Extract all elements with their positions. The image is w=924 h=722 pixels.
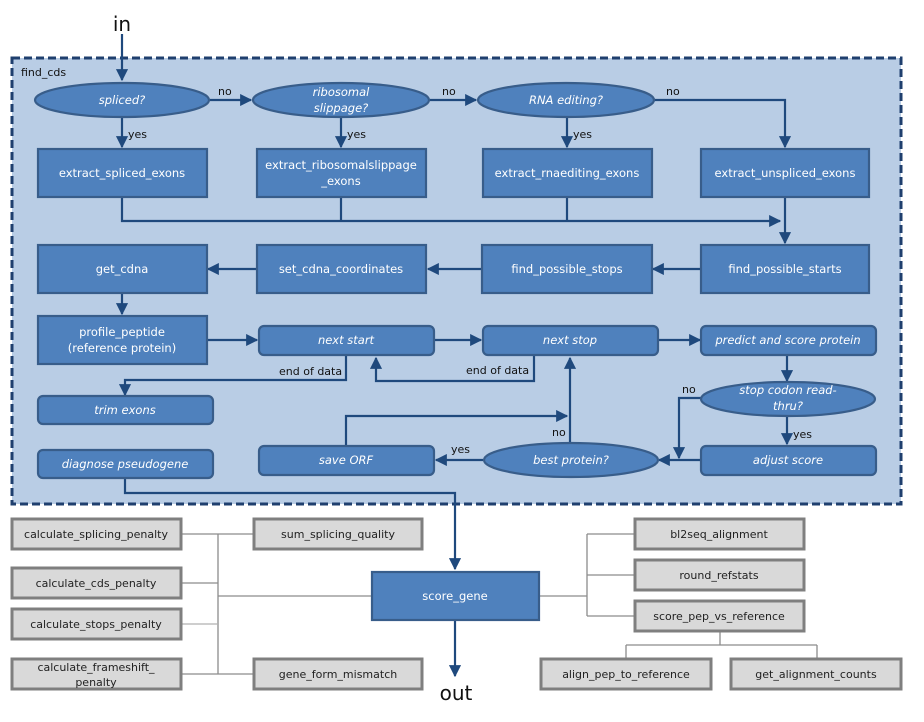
helper-gene-form-label: gene_form_mismatch: [279, 668, 397, 681]
helper-sum-splicing-quality: sum_splicing_quality: [252, 517, 424, 551]
decision-best-protein: best protein?: [482, 441, 660, 479]
input-label: in: [113, 12, 131, 36]
step-diagnose-label: diagnose pseudogene: [62, 457, 189, 471]
process-extract-ribo-label-line2: _exons: [320, 174, 360, 188]
decision-spliced-label: spliced?: [99, 93, 145, 107]
edge-label-ribosomal-no: no: [442, 85, 456, 98]
step-next-start-label: next start: [318, 333, 375, 347]
helper-get-alignment-counts: get_alignment_counts: [729, 657, 903, 691]
find-cds-frame-label: find_cds: [21, 66, 66, 79]
step-trim-exons-label: trim exons: [94, 403, 156, 417]
helper-splicing-penalty-label: calculate_splicing_penalty: [24, 528, 168, 541]
step-save-orf: save ORF: [257, 444, 436, 477]
helper-frameshift-label-line1: calculate_frameshift_: [37, 661, 155, 674]
step-save-orf-label: save ORF: [319, 453, 374, 467]
decision-best-protein-label: best protein?: [533, 453, 609, 467]
process-extract-rnaediting-label: extract_rnaediting_exons: [495, 166, 640, 180]
helper-score-pep-vs-reference: score_pep_vs_reference: [633, 599, 806, 633]
process-score-gene-label: score_gene: [422, 589, 487, 603]
process-extract-unspliced-exons: extract_unspliced_exons: [699, 147, 871, 199]
edge-label-best-no: no: [552, 426, 566, 439]
decision-rna-editing-label: RNA editing?: [529, 93, 603, 107]
decision-ribosomal-label-line2: slippage?: [314, 101, 369, 115]
helper-calculate-cds-penalty: calculate_cds_penalty: [10, 566, 183, 600]
edge-label-spliced-no: no: [218, 85, 232, 98]
helper-bl2seq-alignment: bl2seq_alignment: [633, 517, 806, 551]
process-profile-label-line2: (reference protein): [68, 341, 176, 355]
process-find-stops-label: find_possible_stops: [511, 262, 622, 276]
process-profile-label-line1: profile_peptide: [79, 325, 165, 339]
helper-cds-penalty-label: calculate_cds_penalty: [36, 577, 157, 590]
edge-label-rna-yes: yes: [573, 128, 592, 141]
step-adjust-score-label: adjust score: [753, 453, 823, 467]
process-extract-spliced-exons-label: extract_spliced_exons: [59, 166, 185, 180]
process-extract-unspliced-label: extract_unspliced_exons: [715, 166, 856, 180]
helper-sum-splicing-label: sum_splicing_quality: [281, 528, 395, 541]
helper-frameshift-label-line2: penalty: [75, 676, 117, 689]
step-adjust-score: adjust score: [699, 444, 878, 477]
helper-alignment-counts-label: get_alignment_counts: [755, 668, 877, 681]
decision-readthru-label-line1: stop codon read-: [739, 383, 836, 397]
helper-gene-form-mismatch: gene_form_mismatch: [252, 657, 424, 691]
helper-round-refstats: round_refstats: [633, 558, 806, 592]
decision-ribosomal-slippage: ribosomal slippage?: [251, 81, 431, 119]
edge-label-nextstart-end-of-data: end of data: [279, 365, 342, 378]
decision-ribosomal-label-line1: ribosomal: [313, 85, 371, 99]
helper-calculate-splicing-penalty: calculate_splicing_penalty: [10, 517, 183, 551]
process-get-cdna-label: get_cdna: [96, 262, 149, 276]
decision-readthru-label-line2: thru?: [773, 399, 803, 413]
edge-label-readthru-no: no: [682, 383, 696, 396]
process-extract-spliced-exons: extract_spliced_exons: [36, 147, 209, 199]
edge-label-spliced-yes: yes: [128, 128, 147, 141]
process-extract-ribo-label-line1: extract_ribosomalslippage: [265, 158, 417, 172]
step-predict-label: predict and score protein: [714, 333, 860, 347]
helper-calculate-stops-penalty: calculate_stops_penalty: [10, 607, 183, 641]
decision-rna-editing: RNA editing?: [476, 81, 656, 119]
process-score-gene: score_gene: [370, 570, 541, 622]
process-find-starts-label: find_possible_starts: [728, 262, 841, 276]
helper-align-pep-label: align_pep_to_reference: [562, 668, 690, 681]
step-next-start: next start: [257, 324, 436, 357]
helper-round-refstats-label: round_refstats: [679, 569, 758, 582]
process-get-cdna: get_cdna: [36, 243, 209, 295]
process-find-possible-stops: find_possible_stops: [480, 243, 654, 295]
helper-align-pep-to-reference: align_pep_to_reference: [539, 657, 713, 691]
helper-bl2seq-label: bl2seq_alignment: [670, 528, 768, 541]
edge-label-nextstop-end-of-data: end of data: [466, 364, 529, 377]
process-profile-peptide: profile_peptide (reference protein): [36, 314, 209, 366]
decision-spliced: spliced?: [33, 81, 211, 119]
helper-score-pep-label: score_pep_vs_reference: [653, 610, 785, 623]
helper-calculate-frameshift-penalty: calculate_frameshift_ penalty: [10, 657, 183, 691]
flowchart-canvas: in out find_cds spliced? ribosomal slipp…: [10, 12, 903, 705]
step-diagnose-pseudogene: diagnose pseudogene: [36, 448, 215, 480]
edge-label-rna-no: no: [666, 85, 680, 98]
step-next-stop-label: next stop: [543, 333, 597, 347]
step-trim-exons: trim exons: [36, 394, 215, 426]
step-predict-and-score-protein: predict and score protein: [699, 324, 878, 357]
process-find-possible-starts: find_possible_starts: [699, 243, 871, 295]
edge-label-readthru-yes: yes: [793, 428, 812, 441]
decision-stop-codon-readthru: stop codon read- thru?: [699, 380, 877, 418]
output-label: out: [440, 681, 473, 705]
edge-label-ribosomal-yes: yes: [347, 128, 366, 141]
helper-stops-penalty-label: calculate_stops_penalty: [30, 618, 162, 631]
process-extract-ribosomalslippage-exons: extract_ribosomalslippage _exons: [255, 147, 428, 199]
process-extract-rnaediting-exons: extract_rnaediting_exons: [481, 147, 654, 199]
process-set-cdna-coordinates: set_cdna_coordinates: [255, 243, 428, 295]
step-next-stop: next stop: [481, 324, 660, 357]
edge-label-best-yes: yes: [451, 443, 470, 456]
process-set-cdna-label: set_cdna_coordinates: [279, 262, 403, 276]
